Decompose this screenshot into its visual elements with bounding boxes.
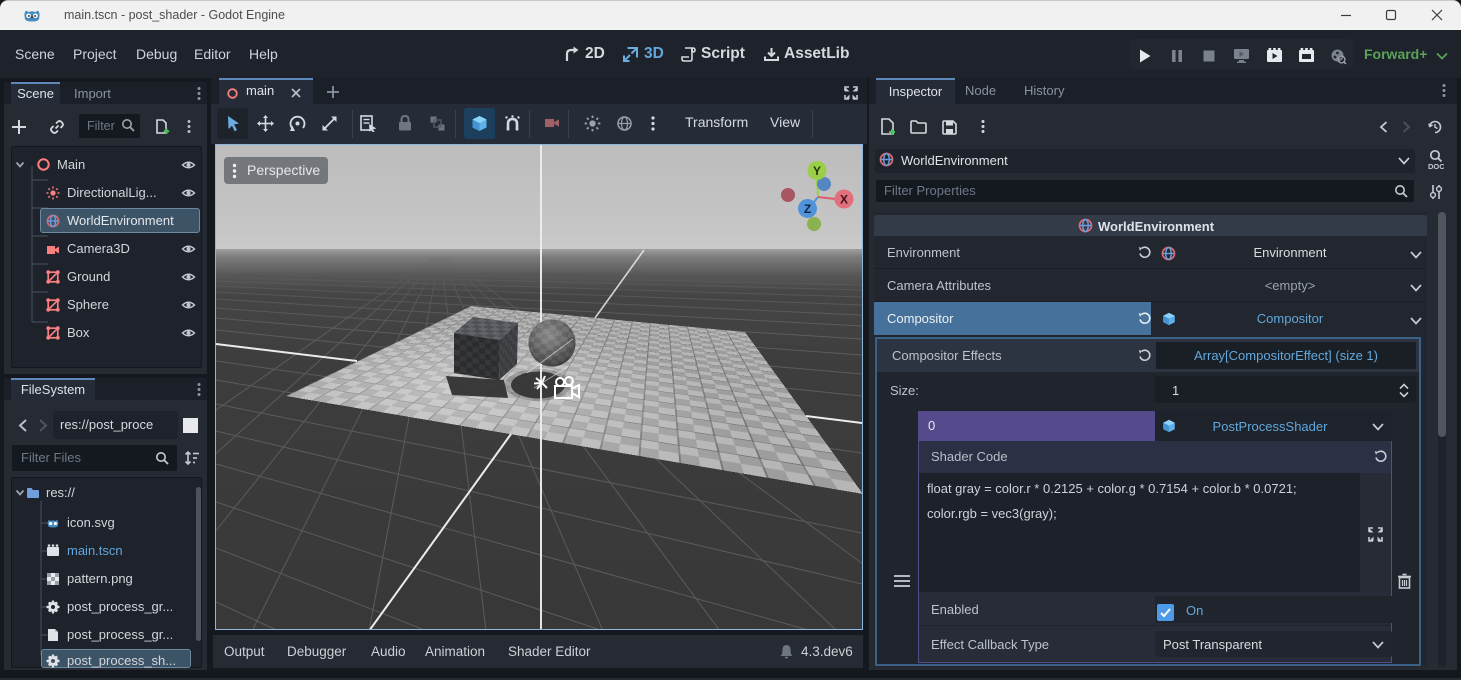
svg-text:DOC: DOC bbox=[1428, 162, 1444, 170]
svg-text:Z: Z bbox=[804, 202, 811, 216]
svg-text:Y: Y bbox=[813, 164, 821, 178]
svg-text:X: X bbox=[840, 193, 848, 207]
